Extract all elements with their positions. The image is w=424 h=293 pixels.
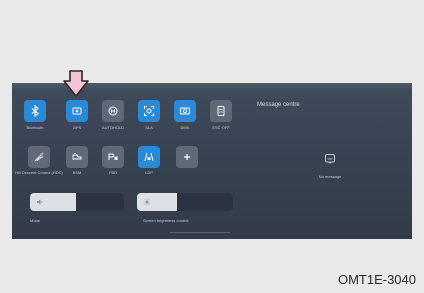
esc-off-label: ESC OFF xyxy=(212,125,230,130)
hdc-icon xyxy=(34,152,44,162)
dms-icon xyxy=(180,107,190,115)
bluetooth-icon xyxy=(31,105,39,117)
add-icon xyxy=(184,154,190,160)
sla-toggle[interactable] xyxy=(138,100,160,122)
volume-slider[interactable] xyxy=(30,193,124,211)
figure-caption: OMT1E-3040 xyxy=(337,272,416,287)
callout-arrow-icon xyxy=(63,70,89,97)
speaker-icon xyxy=(37,199,43,205)
gps-toggle[interactable] xyxy=(66,100,88,122)
page-indicator xyxy=(170,232,230,233)
gps-icon xyxy=(72,107,82,115)
esc-off-toggle[interactable] xyxy=(210,100,232,122)
no-message-text: No message xyxy=(318,174,342,179)
ldp-toggle[interactable] xyxy=(138,146,160,168)
add-shortcut-button[interactable] xyxy=(176,146,198,168)
bsm-toggle[interactable] xyxy=(66,146,88,168)
esc-off-icon xyxy=(217,106,225,116)
dms-toggle[interactable] xyxy=(174,100,196,122)
ldp-icon xyxy=(144,152,154,162)
brightness-slider-label: Screen brightness control xyxy=(143,218,189,223)
fbd-toggle[interactable] xyxy=(102,146,124,168)
ldp-label: LDP xyxy=(145,170,153,175)
bluetooth-toggle[interactable] xyxy=(24,100,46,122)
bsm-icon xyxy=(72,153,82,160)
volume-slider-label: Mode xyxy=(30,218,41,223)
message-centre-title: Message centre xyxy=(257,102,300,108)
message-icon xyxy=(324,153,336,164)
sun-icon xyxy=(143,198,151,206)
autohold-toggle[interactable] xyxy=(102,100,124,122)
hdc-toggle[interactable] xyxy=(28,146,50,168)
fbd-icon xyxy=(108,153,118,160)
autohold-icon xyxy=(108,106,118,116)
brightness-slider[interactable] xyxy=(137,193,233,211)
sla-icon xyxy=(144,106,154,116)
